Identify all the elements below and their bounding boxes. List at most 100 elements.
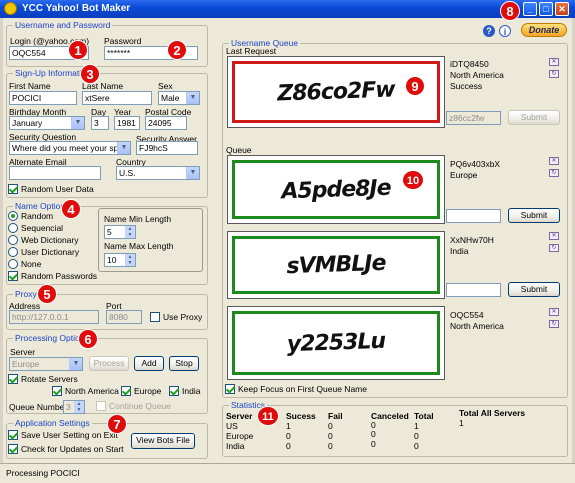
queue-region: North America: [450, 321, 504, 331]
proxy-address-field[interactable]: http://127.0.0.1: [9, 310, 99, 324]
name-min-spinner[interactable]: 5 ▲ ▼: [104, 225, 136, 239]
day-field[interactable]: 3: [91, 116, 109, 130]
radio-sequencial[interactable]: Sequencial: [8, 223, 63, 235]
stats-cell: 1: [414, 421, 419, 431]
spinner-arrows-icon[interactable]: ▲ ▼: [125, 254, 135, 266]
donate-button[interactable]: Donate: [521, 23, 567, 37]
close-icon[interactable]: ✕: [555, 2, 569, 16]
checkbox-label: North America: [65, 386, 119, 396]
random-user-data-checkbox[interactable]: Random User Data: [8, 184, 94, 196]
proxy-port-field[interactable]: 8080: [106, 310, 142, 324]
name-max-spinner[interactable]: 10 ▲ ▼: [104, 253, 136, 267]
europe-checkbox[interactable]: Europe: [121, 386, 161, 398]
help-icon[interactable]: ?: [483, 25, 495, 37]
captcha-image: y2253Lu: [232, 311, 440, 375]
stats-cell: 0: [286, 441, 291, 451]
random-passwords-checkbox[interactable]: Random Passwords: [8, 271, 97, 283]
refresh-icon[interactable]: ↻: [549, 244, 559, 252]
chevron-down-icon: ▼: [69, 358, 82, 370]
security-question-value: Where did you meet your spous: [12, 143, 131, 153]
sex-value: Male: [161, 93, 180, 103]
sex-select[interactable]: Male ▼: [158, 91, 200, 105]
save-settings-checkbox[interactable]: Save User Setting on Exit: [8, 430, 118, 442]
postal-field[interactable]: 24095: [145, 116, 187, 130]
title-bar[interactable]: YCC Yahoo! Bot Maker _ □ ✕: [0, 0, 575, 18]
radio-random[interactable]: Random: [8, 211, 53, 223]
refresh-icon[interactable]: ↻: [549, 70, 559, 78]
view-bots-file-button[interactable]: View Bots File: [131, 433, 195, 449]
captcha-answer-field[interactable]: [446, 283, 501, 297]
captcha-answer-field[interactable]: [446, 209, 501, 223]
annotation-badge: 9: [405, 76, 425, 96]
security-answer-field[interactable]: FJ9hcS: [136, 141, 198, 155]
keep-focus-checkbox[interactable]: Keep Focus on First Queue Name: [225, 384, 367, 396]
radio-none[interactable]: None: [8, 259, 41, 271]
india-checkbox[interactable]: India: [169, 386, 200, 398]
first-name-field[interactable]: POCICI: [9, 91, 77, 105]
minimize-icon[interactable]: _: [523, 2, 537, 16]
stop-button[interactable]: Stop: [169, 356, 199, 371]
checkbox-label: Rotate Servers: [21, 374, 78, 384]
status-bar: Processing POCICI: [0, 463, 575, 483]
checkbox-box: [8, 271, 18, 281]
security-question-select[interactable]: Where did you meet your spous ▼: [9, 141, 131, 155]
last-request-label: Last Request: [226, 46, 277, 56]
stats-header-canceled: Canceled: [371, 411, 409, 421]
checkbox-label: Save User Setting on Exit: [21, 430, 118, 440]
continue-queue-checkbox[interactable]: Continue Queue: [96, 401, 171, 413]
queue-item-icons: ✕ ↻: [549, 232, 560, 256]
stats-cell: 0: [328, 431, 333, 441]
refresh-icon[interactable]: ↻: [549, 169, 559, 177]
refresh-icon[interactable]: ↻: [549, 320, 559, 328]
spinner-value: 5: [107, 227, 112, 237]
submit-button[interactable]: Submit: [508, 282, 560, 297]
north-america-checkbox[interactable]: North America: [52, 386, 119, 398]
last-name-field[interactable]: xtSere: [82, 91, 152, 105]
check-updates-checkbox[interactable]: Check for Updates on Start: [8, 444, 124, 456]
spinner-arrows-icon[interactable]: ▲ ▼: [125, 226, 135, 238]
captcha-image: sVMBLJe: [232, 236, 440, 294]
remove-icon[interactable]: ✕: [549, 58, 559, 66]
checkbox-label: Europe: [134, 386, 162, 396]
queue-number-spinner[interactable]: 3 ▲ ▼: [63, 400, 85, 414]
country-select[interactable]: U.S. ▼: [116, 166, 200, 180]
queue-captcha-2: sVMBLJe: [227, 231, 445, 299]
spinner-arrows-icon[interactable]: ▲ ▼: [74, 401, 84, 413]
group-title: Proxy: [13, 289, 39, 299]
app-icon: [4, 2, 17, 15]
radio-label: Sequencial: [21, 223, 64, 233]
stats-cell: US: [226, 421, 238, 431]
annotation-badge: 5: [37, 284, 57, 304]
add-button[interactable]: Add: [134, 356, 164, 371]
server-select[interactable]: Europe ▼: [9, 357, 83, 371]
checkbox-box: [225, 384, 235, 394]
spinner-value: 10: [107, 255, 117, 265]
remove-icon[interactable]: ✕: [549, 232, 559, 240]
checkbox-label: Continue Queue: [109, 401, 171, 411]
remove-icon[interactable]: ✕: [549, 308, 559, 316]
info-icon[interactable]: i: [499, 25, 511, 37]
alt-email-field[interactable]: [9, 166, 101, 180]
remove-icon[interactable]: ✕: [549, 157, 559, 165]
stats-cell: 0: [328, 441, 333, 451]
checkbox-label: India: [182, 386, 201, 396]
rotate-servers-checkbox[interactable]: Rotate Servers: [8, 374, 78, 386]
radio-user-dictionary[interactable]: User Dictionary: [8, 247, 79, 259]
process-button[interactable]: Process: [89, 356, 129, 371]
last-request-submit-button[interactable]: Submit: [508, 110, 560, 125]
radio-web-dictionary[interactable]: Web Dictionary: [8, 235, 78, 247]
queue-user: iDTQ8450: [450, 59, 489, 69]
submit-button[interactable]: Submit: [508, 208, 560, 223]
queue-number-label: Queue Number: [9, 402, 68, 412]
use-proxy-checkbox[interactable]: Use Proxy: [150, 312, 202, 324]
group-title: Username and Password: [13, 20, 113, 30]
maximize-icon[interactable]: □: [539, 2, 553, 16]
queue-user: OQC554: [450, 310, 484, 320]
queue-item-icons: ✕ ↻: [549, 308, 560, 332]
annotation-badge: 3: [80, 64, 100, 84]
stats-header-total: Total: [414, 411, 434, 421]
last-request-answer[interactable]: z86cc2fw: [446, 111, 501, 125]
month-select[interactable]: January ▼: [9, 116, 85, 130]
checkbox-box: [150, 312, 160, 322]
year-field[interactable]: 1981: [114, 116, 140, 130]
